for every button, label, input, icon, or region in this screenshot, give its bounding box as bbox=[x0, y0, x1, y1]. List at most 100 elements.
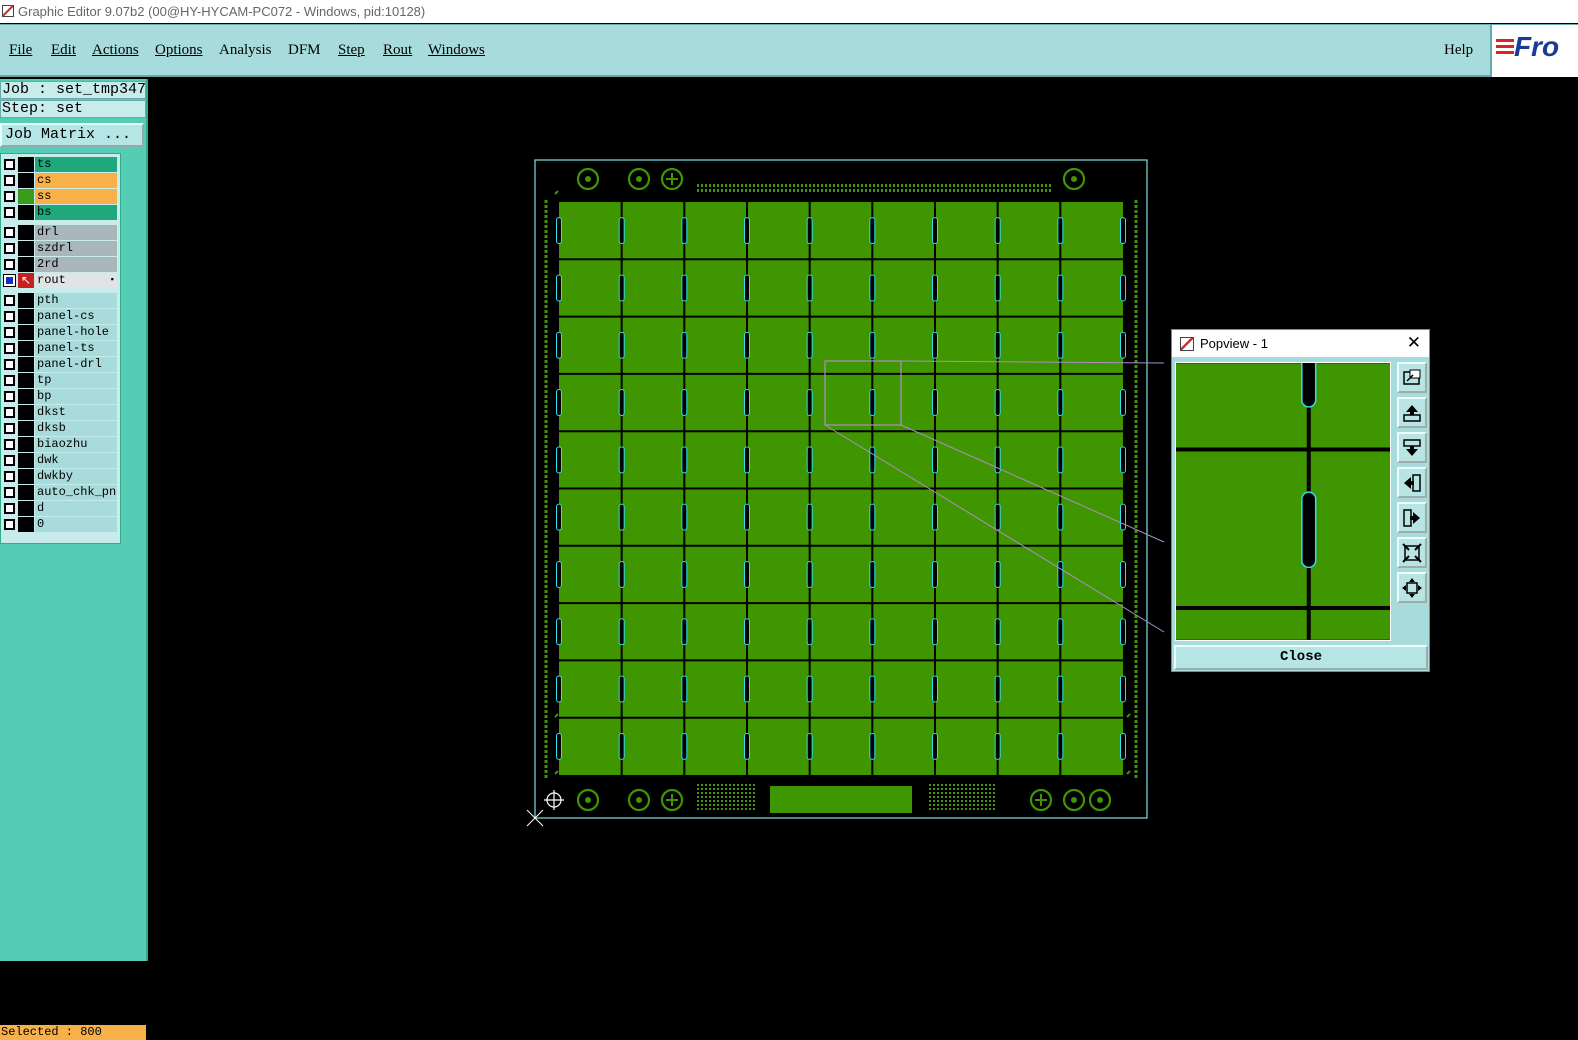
layer-name[interactable]: tp bbox=[35, 373, 117, 388]
layer-row-0[interactable]: 0 bbox=[1, 517, 119, 532]
layer-color-swatch[interactable] bbox=[18, 389, 34, 404]
menu-options[interactable]: Options bbox=[155, 42, 203, 59]
layer-name[interactable]: ss bbox=[35, 189, 117, 204]
layer-color-swatch[interactable] bbox=[18, 241, 34, 256]
layer-checkbox[interactable] bbox=[4, 311, 15, 322]
layer-row-ss[interactable]: ss bbox=[1, 189, 119, 204]
layer-name[interactable]: panel-cs bbox=[35, 309, 117, 324]
menu-actions[interactable]: Actions bbox=[92, 42, 139, 59]
layer-row-dwkby[interactable]: dwkby bbox=[1, 469, 119, 484]
layer-checkbox[interactable] bbox=[4, 487, 15, 498]
layer-row-szdrl[interactable]: szdrl bbox=[1, 241, 119, 256]
layer-name[interactable]: bs bbox=[35, 205, 117, 220]
layer-row-cs[interactable]: cs bbox=[1, 173, 119, 188]
layer-row-2rd[interactable]: 2rd bbox=[1, 257, 119, 272]
layer-checkbox[interactable] bbox=[4, 519, 15, 530]
menu-windows[interactable]: Windows bbox=[428, 42, 485, 59]
layer-checkbox[interactable] bbox=[4, 227, 15, 238]
layer-checkbox[interactable] bbox=[4, 259, 15, 270]
menu-edit[interactable]: Edit bbox=[51, 42, 76, 59]
layer-color-swatch[interactable] bbox=[18, 257, 34, 272]
layer-color-swatch[interactable] bbox=[18, 189, 34, 204]
layer-color-swatch[interactable] bbox=[18, 309, 34, 324]
layer-color-swatch[interactable] bbox=[18, 325, 34, 340]
layer-name[interactable]: 0 bbox=[35, 517, 117, 532]
layer-name[interactable]: panel-ts bbox=[35, 341, 117, 356]
popview-close-button[interactable]: Close bbox=[1174, 645, 1428, 670]
layer-checkbox[interactable] bbox=[4, 159, 15, 170]
pan-down-icon[interactable] bbox=[1397, 432, 1427, 463]
layer-color-swatch[interactable] bbox=[18, 501, 34, 516]
menu-help[interactable]: Help bbox=[1444, 42, 1473, 59]
layer-checkbox[interactable] bbox=[4, 359, 15, 370]
layer-checkbox[interactable] bbox=[4, 439, 15, 450]
zoom-window-icon[interactable] bbox=[1397, 362, 1427, 393]
menu-rout[interactable]: Rout bbox=[383, 42, 412, 59]
layer-color-swatch[interactable] bbox=[18, 517, 34, 532]
layer-color-swatch[interactable] bbox=[18, 421, 34, 436]
layer-color-swatch[interactable] bbox=[18, 225, 34, 240]
layer-row-ts[interactable]: ts bbox=[1, 157, 119, 172]
layer-name[interactable]: dwkby bbox=[35, 469, 117, 484]
layer-name[interactable]: dwk bbox=[35, 453, 117, 468]
layer-row-drl[interactable]: drl bbox=[1, 225, 119, 240]
layer-name[interactable]: cs bbox=[35, 173, 117, 188]
layer-name[interactable]: auto_chk_pnl bbox=[35, 485, 117, 500]
layer-row-panel-drl[interactable]: panel-drl bbox=[1, 357, 119, 372]
layer-row-panel-hole[interactable]: panel-hole bbox=[1, 325, 119, 340]
layer-color-swatch[interactable] bbox=[18, 293, 34, 308]
layer-checkbox[interactable] bbox=[4, 455, 15, 466]
layer-name[interactable]: ts bbox=[35, 157, 117, 172]
layer-color-swatch[interactable] bbox=[18, 485, 34, 500]
layer-checkbox[interactable] bbox=[4, 375, 15, 386]
layer-row-panel-cs[interactable]: panel-cs bbox=[1, 309, 119, 324]
menu-step[interactable]: Step bbox=[338, 42, 365, 59]
layer-color-swatch[interactable] bbox=[18, 357, 34, 372]
popview-zoomed-view[interactable] bbox=[1175, 362, 1391, 641]
layer-checkbox[interactable] bbox=[4, 503, 15, 514]
active-layer-icon[interactable]: ↖ bbox=[18, 273, 34, 288]
layer-checkbox[interactable] bbox=[4, 191, 15, 202]
zoom-fit-icon[interactable] bbox=[1397, 572, 1427, 603]
job-matrix-button[interactable]: Job Matrix ... bbox=[0, 123, 144, 147]
layer-checkbox[interactable] bbox=[4, 391, 15, 402]
layer-menu-icon[interactable]: ▪ bbox=[110, 273, 115, 288]
layer-checkbox[interactable] bbox=[4, 423, 15, 434]
layer-row-biaozhu[interactable]: biaozhu bbox=[1, 437, 119, 452]
layer-name[interactable]: dkst bbox=[35, 405, 117, 420]
layer-color-swatch[interactable] bbox=[18, 373, 34, 388]
layer-row-panel-ts[interactable]: panel-ts bbox=[1, 341, 119, 356]
layer-color-swatch[interactable] bbox=[18, 341, 34, 356]
layer-name[interactable]: dksb bbox=[35, 421, 117, 436]
layer-name[interactable]: 2rd bbox=[35, 257, 117, 272]
layer-row-dwk[interactable]: dwk bbox=[1, 453, 119, 468]
layer-name[interactable]: panel-drl bbox=[35, 357, 117, 372]
layer-checkbox[interactable] bbox=[4, 207, 15, 218]
menu-dfm[interactable]: DFM bbox=[288, 42, 321, 59]
menu-analysis[interactable]: Analysis bbox=[219, 42, 272, 59]
layer-name[interactable]: biaozhu bbox=[35, 437, 117, 452]
pan-left-icon[interactable] bbox=[1397, 467, 1427, 498]
layer-name[interactable]: panel-hole bbox=[35, 325, 117, 340]
layer-checkbox[interactable] bbox=[4, 407, 15, 418]
layer-row-rout[interactable]: ↖ rout ▪ bbox=[1, 273, 119, 288]
layer-checkbox[interactable] bbox=[3, 274, 16, 287]
layer-checkbox[interactable] bbox=[4, 343, 15, 354]
layer-color-swatch[interactable] bbox=[18, 405, 34, 420]
layer-checkbox[interactable] bbox=[4, 327, 15, 338]
layer-color-swatch[interactable] bbox=[18, 157, 34, 172]
layer-row-bp[interactable]: bp bbox=[1, 389, 119, 404]
layer-row-d[interactable]: d bbox=[1, 501, 119, 516]
zoom-out-icon[interactable] bbox=[1397, 537, 1427, 568]
layer-color-swatch[interactable] bbox=[18, 453, 34, 468]
pan-up-icon[interactable] bbox=[1397, 397, 1427, 428]
layer-checkbox[interactable] bbox=[4, 295, 15, 306]
layer-name[interactable]: pth bbox=[35, 293, 117, 308]
layer-name[interactable]: szdrl bbox=[35, 241, 117, 256]
pan-right-icon[interactable] bbox=[1397, 502, 1427, 533]
layer-name[interactable]: d bbox=[35, 501, 117, 516]
layer-checkbox[interactable] bbox=[4, 471, 15, 482]
layer-row-bs[interactable]: bs bbox=[1, 205, 119, 220]
layer-name[interactable]: bp bbox=[35, 389, 117, 404]
layer-color-swatch[interactable] bbox=[18, 173, 34, 188]
